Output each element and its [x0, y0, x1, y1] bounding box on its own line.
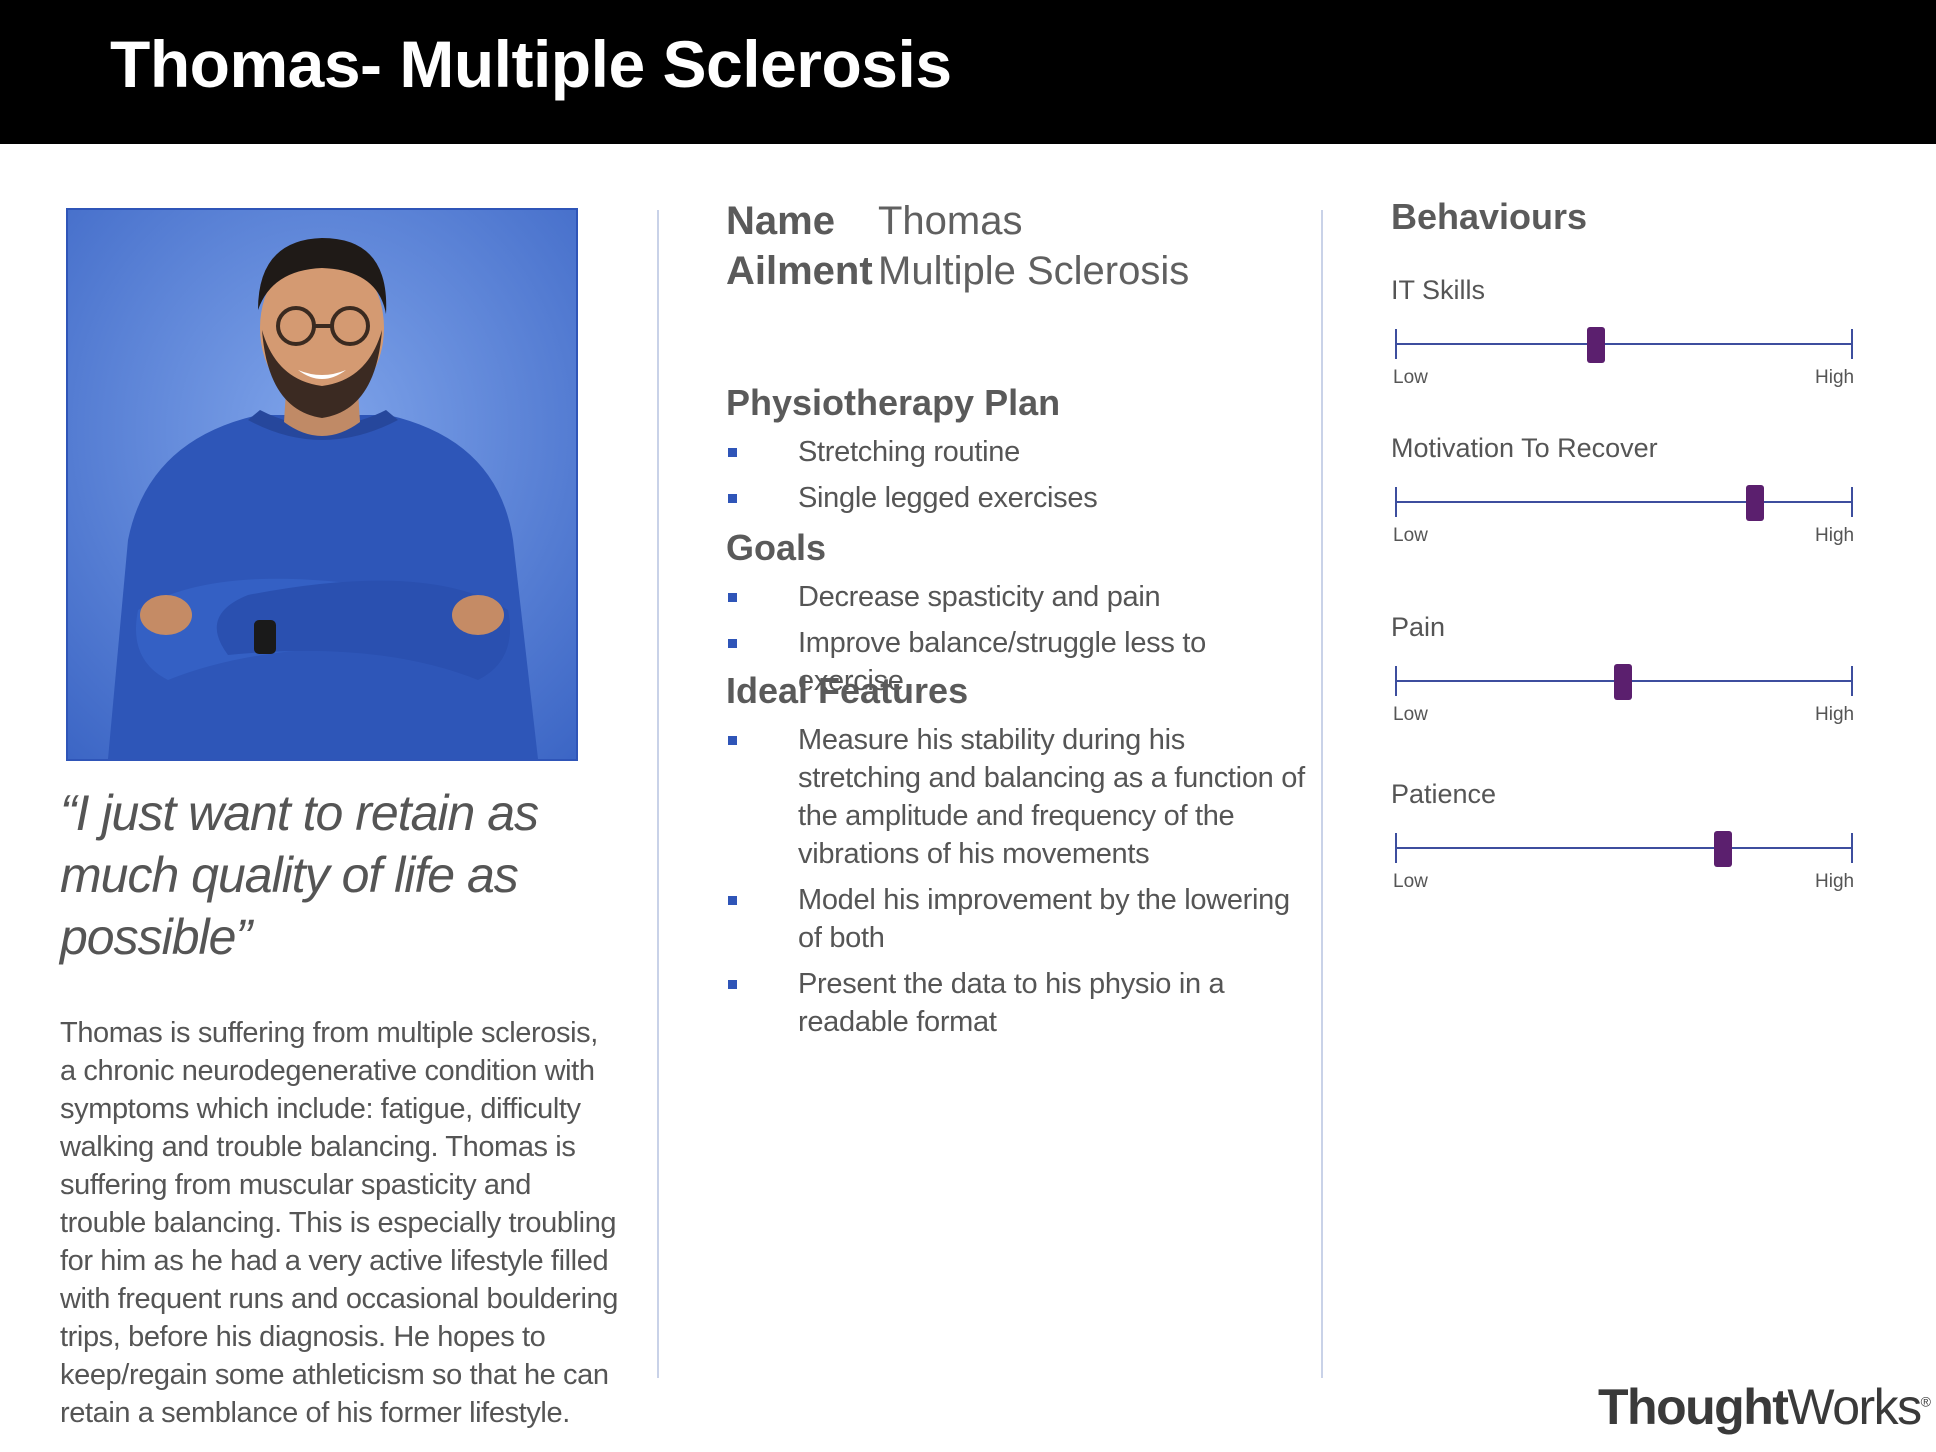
- slider-tick-low: [1395, 329, 1397, 359]
- column-divider: [1321, 210, 1323, 1378]
- slider-tick-low: [1395, 487, 1397, 517]
- bullet-square-icon: [728, 896, 737, 905]
- slider-high-label: High: [1815, 525, 1855, 546]
- logo-registered-mark: ®: [1920, 1393, 1931, 1410]
- ailment-label: Ailment: [726, 249, 873, 293]
- persona-quote: “I just want to retain as much quality o…: [60, 785, 539, 965]
- slider-label: Pain: [1391, 612, 1446, 642]
- slider-low-label: Low: [1393, 525, 1428, 546]
- ideal-features-list: Measure his stability during his stretch…: [726, 721, 1306, 1041]
- thoughtworks-logo: ThoughtWorks®: [1598, 1378, 1931, 1436]
- slider-tick-high: [1851, 487, 1853, 517]
- list-item: Measure his stability during his stretch…: [726, 721, 1306, 873]
- ailment-row: Ailment Multiple Sclerosis: [726, 246, 1189, 296]
- name-row: Name Thomas: [726, 196, 1189, 246]
- persona-photo: [66, 208, 578, 761]
- slider-tick-high: [1851, 329, 1853, 359]
- bullet-square-icon: [728, 448, 737, 457]
- slider-knob: [1746, 485, 1765, 521]
- persona-photo-illustration: [68, 210, 576, 759]
- ailment-value: Multiple Sclerosis: [878, 249, 1190, 293]
- name-value: Thomas: [878, 199, 1023, 243]
- slider-knob: [1714, 831, 1733, 867]
- list-item: Single legged exercises: [726, 479, 1306, 517]
- slider-high-label: High: [1815, 871, 1855, 892]
- bullet-square-icon: [728, 639, 737, 648]
- behaviours-heading: Behaviours: [1391, 196, 1588, 237]
- slider-tick-high: [1851, 666, 1853, 696]
- persona-bio: Thomas is suffering from multiple sclero…: [60, 1017, 618, 1429]
- slider-track: [1395, 343, 1851, 345]
- motivation-slider: Motivation To Recover Low High: [1391, 433, 1861, 546]
- list-item: Stretching routine: [726, 433, 1306, 471]
- slider-low-label: Low: [1393, 367, 1428, 388]
- bullet-square-icon: [728, 980, 737, 989]
- slider-high-label: High: [1815, 704, 1855, 725]
- slider-low-label: Low: [1393, 871, 1428, 892]
- list-item: Model his improvement by the lowering of…: [726, 881, 1306, 957]
- patience-slider: Patience Low High: [1391, 779, 1861, 892]
- slider-tick-low: [1395, 666, 1397, 696]
- slider-tick-high: [1851, 833, 1853, 863]
- slider-track: [1395, 501, 1851, 503]
- slider-high-label: High: [1815, 367, 1855, 388]
- pain-slider: Pain Low High: [1391, 612, 1861, 725]
- logo-regular-text: Works: [1787, 1379, 1922, 1435]
- slider-label: IT Skills: [1391, 275, 1486, 305]
- name-label: Name: [726, 199, 835, 243]
- slider-label: Motivation To Recover: [1391, 433, 1658, 463]
- slider-label: Patience: [1391, 779, 1497, 809]
- bullet-square-icon: [728, 494, 737, 503]
- list-item: Decrease spasticity and pain: [726, 578, 1306, 616]
- physio-plan-heading: Physiotherapy Plan: [726, 382, 1061, 423]
- slider-knob: [1586, 327, 1605, 363]
- ideal-features-heading: Ideal Features: [726, 670, 969, 711]
- goals-heading: Goals: [726, 527, 827, 568]
- page-title: Thomas- Multiple Sclerosis: [110, 27, 952, 101]
- bullet-square-icon: [728, 736, 737, 745]
- header-bar: Thomas- Multiple Sclerosis: [0, 0, 1936, 144]
- profile-block: Name Thomas Ailment Multiple Sclerosis: [726, 196, 1189, 296]
- slider-tick-low: [1395, 833, 1397, 863]
- slider-knob: [1614, 664, 1632, 700]
- slider-track: [1395, 847, 1851, 849]
- physio-plan-list: Stretching routine Single legged exercis…: [726, 433, 1306, 517]
- list-item: Present the data to his physio in a read…: [726, 965, 1306, 1041]
- bullet-square-icon: [728, 593, 737, 602]
- slider-low-label: Low: [1393, 704, 1428, 725]
- logo-bold-text: Thought: [1598, 1379, 1789, 1435]
- column-divider: [657, 210, 659, 1378]
- it-skills-slider: IT Skills Low High: [1391, 275, 1861, 388]
